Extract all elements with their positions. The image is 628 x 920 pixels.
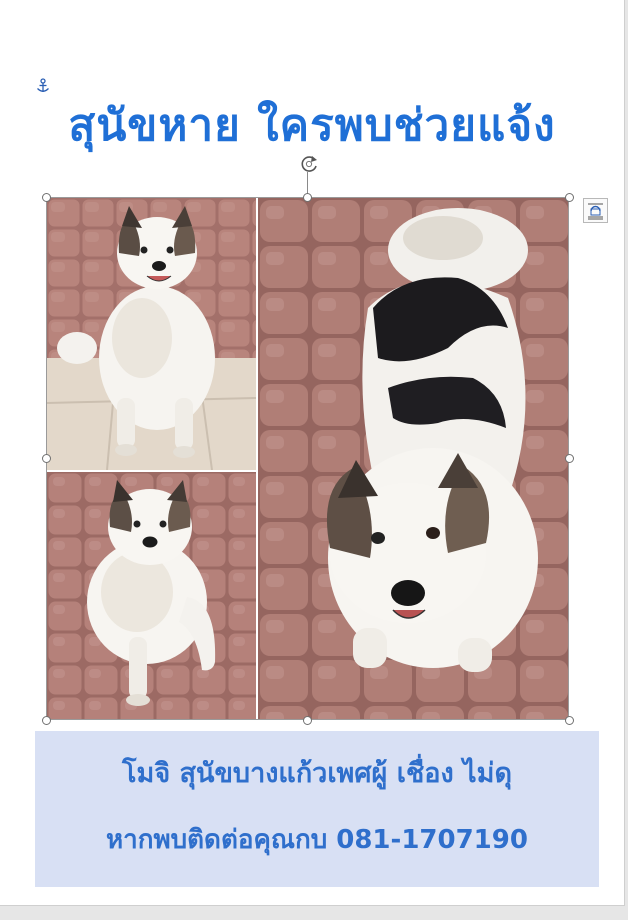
- resize-handle-top-right[interactable]: [565, 193, 574, 202]
- dog-photo-from-above: [258, 198, 568, 719]
- resize-handle-bottom-right[interactable]: [565, 716, 574, 725]
- layout-options-button[interactable]: [583, 198, 608, 223]
- caption-text-box[interactable]: โมจิ สุนัขบางแก้วเพศผู้ เชื่อง ไม่ดุ หาก…: [35, 731, 599, 887]
- layout-options-icon: [588, 203, 603, 220]
- document-title: สุนัขหาย ใครพบช่วยแจ้ง: [68, 100, 556, 151]
- dog-photo-sitting: [47, 198, 256, 470]
- resize-handle-top-left[interactable]: [42, 193, 51, 202]
- caption-dog-description: โมจิ สุนัขบางแก้วเพศผู้ เชื่อง ไม่ดุ: [122, 758, 512, 789]
- rotate-handle-icon[interactable]: [298, 153, 320, 175]
- resize-handle-left[interactable]: [42, 454, 51, 463]
- document-page: สุนัขหาย ใครพบช่วยแจ้ง โมจิ สุนัขบางแก้ว…: [0, 0, 625, 906]
- resize-handle-bottom[interactable]: [303, 716, 312, 725]
- dog-photo-paw: [47, 472, 256, 719]
- resize-handle-top[interactable]: [303, 193, 312, 202]
- resize-handle-bottom-left[interactable]: [42, 716, 51, 725]
- caption-contact-info: หากพบติดต่อคุณกบ 081-1707190: [106, 825, 528, 855]
- resize-handle-right[interactable]: [565, 454, 574, 463]
- dog-photo-collage[interactable]: [46, 197, 569, 720]
